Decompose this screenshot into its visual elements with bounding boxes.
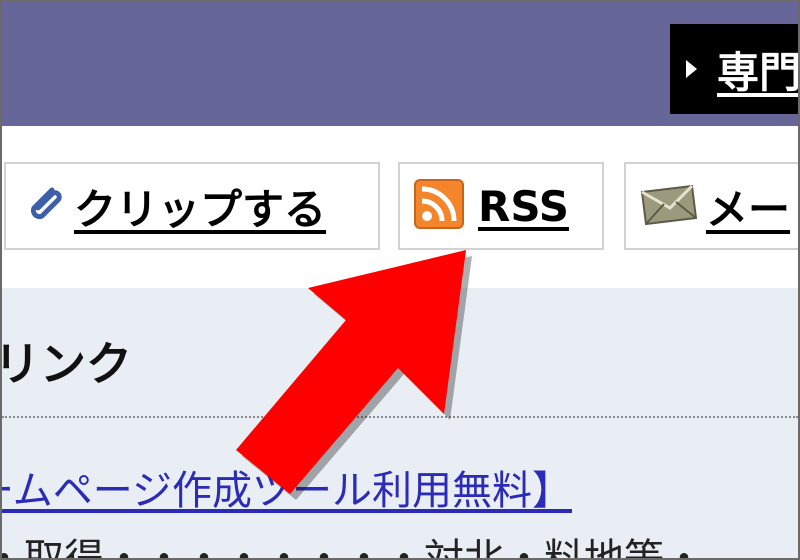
- homepage-tool-link[interactable]: ームページ作成ツール利用無料】: [2, 458, 572, 516]
- expert-link-label: 専門: [717, 47, 800, 97]
- triangle-right-icon: [686, 60, 697, 78]
- paperclip-icon: [22, 182, 66, 230]
- site-header-bar: 専門: [2, 2, 798, 126]
- clip-button[interactable]: クリップする: [4, 162, 380, 250]
- rss-feed-icon: [414, 179, 464, 233]
- panel-title: リンク: [0, 337, 132, 391]
- mail-button-label: メー: [706, 184, 791, 234]
- article-toolbar: クリップする RSS メー: [2, 126, 798, 288]
- rss-button[interactable]: RSS: [398, 162, 604, 250]
- clip-button-label: クリップする: [74, 184, 327, 234]
- mail-button[interactable]: メー: [624, 162, 798, 250]
- envelope-icon: [638, 182, 700, 230]
- page-frame: 専門 クリップする RSS メー リンク ームページ作成ツール利用無料】 ・取得…: [0, 0, 800, 560]
- panel-next-line: ・取得・・・・・・・・対北・料地等・: [0, 536, 704, 560]
- rss-button-label: RSS: [478, 181, 569, 231]
- expert-link[interactable]: 専門: [670, 24, 800, 114]
- dotted-divider: [2, 416, 798, 418]
- links-panel: リンク ームページ作成ツール利用無料】 ・取得・・・・・・・・対北・料地等・: [2, 288, 798, 558]
